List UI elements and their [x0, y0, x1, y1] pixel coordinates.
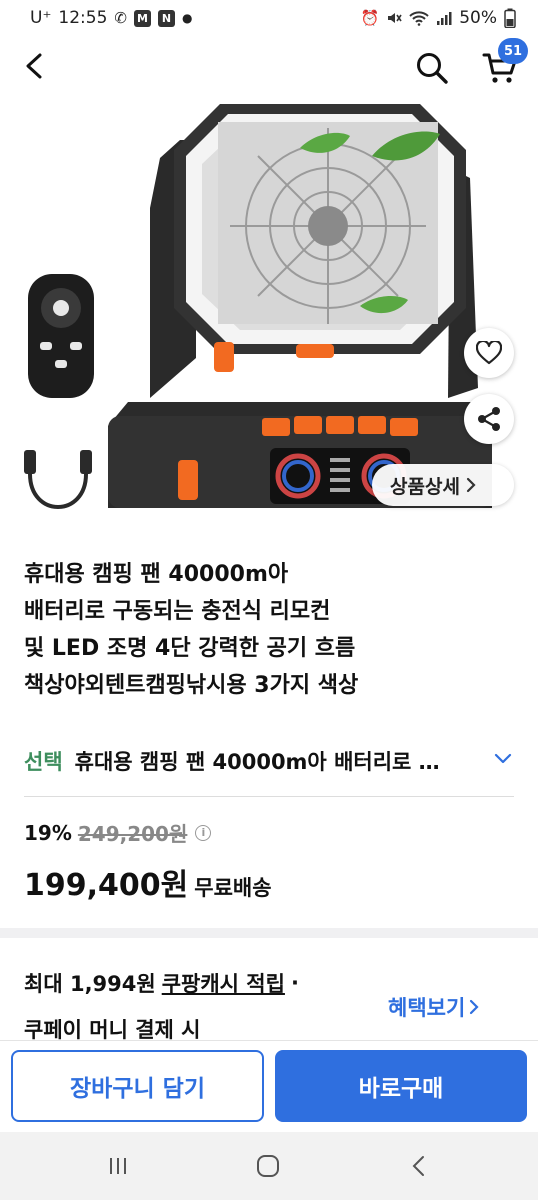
home-button[interactable] [248, 1148, 288, 1184]
chevron-right-icon [470, 999, 479, 1015]
purchase-action-bar: 장바구니 담기 바로구매 [0, 1040, 538, 1132]
clock: 12:55 [58, 8, 108, 28]
battery-percent: 50% [459, 8, 497, 28]
recent-apps-icon [110, 1158, 126, 1174]
view-benefits-label: 혜택보기 [388, 996, 466, 1020]
view-benefits-link[interactable]: 혜택보기 [388, 992, 479, 1022]
status-bar: U⁺ 12:55 ✆ M N ● ⏰ 50% [0, 0, 538, 36]
benefit-max-amount: 최대 1,994원 [24, 972, 156, 996]
share-button[interactable] [464, 394, 514, 444]
call-icon: ✆ [114, 9, 127, 27]
heart-icon [476, 341, 502, 365]
option-value: 휴대용 캠핑 팬 40000m아 배터리로 구동되는 충전식 리모컨 [74, 750, 451, 774]
benefit-separator: · [290, 971, 299, 995]
product-title-line: 휴대용 캠핑 팬 40000m아 [24, 562, 289, 587]
wifi-icon [409, 11, 429, 26]
signal-icon [437, 12, 452, 25]
app-m-icon: M [134, 9, 151, 27]
product-detail-button[interactable]: 상품상세 [372, 464, 514, 506]
buy-now-button[interactable]: 바로구매 [275, 1050, 527, 1122]
option-label: 선택 [24, 750, 63, 774]
option-selector[interactable]: 선택 휴대용 캠핑 팬 40000m아 배터리로 구동되는 충전식 리모컨 [24, 747, 514, 797]
info-icon[interactable]: i [195, 824, 212, 841]
search-button[interactable] [410, 46, 454, 90]
benefit-line: 최대 1,994원 쿠팡캐시 적립 · [24, 968, 299, 998]
product-image[interactable]: 상품상세 [0, 98, 538, 524]
product-detail-label: 상품상세 [390, 475, 460, 498]
search-icon [417, 53, 448, 84]
alarm-icon: ⏰ [360, 9, 380, 27]
wishlist-button[interactable] [464, 328, 514, 378]
more-notifications-icon: ● [182, 11, 193, 25]
top-app-bar [0, 36, 538, 98]
back-arrow-icon [412, 1156, 424, 1176]
product-title-line: 및 LED 조명 4단 강력한 공기 흐름 [24, 636, 356, 661]
chevron-right-icon [466, 477, 476, 493]
mute-icon [388, 13, 402, 23]
add-to-cart-button[interactable]: 장바구니 담기 [11, 1050, 264, 1122]
product-title-line: 책상야외텐트캠핑낚시용 3가지 색상 [24, 673, 359, 698]
share-icon [478, 407, 500, 431]
chevron-down-icon [494, 753, 512, 764]
carrier-label: U⁺ [30, 8, 52, 28]
cart-count-badge: 51 [498, 38, 528, 64]
section-divider [0, 928, 538, 938]
app-n-icon: N [158, 9, 175, 27]
home-icon [257, 1155, 279, 1177]
price-row: 199,400원 무료배송 [24, 860, 272, 904]
system-navigation-bar [0, 1132, 538, 1200]
back-arrow-icon [26, 53, 42, 79]
recent-apps-button[interactable] [98, 1148, 138, 1184]
product-title-line: 배터리로 구동되는 충전식 리모컨 [24, 599, 331, 624]
back-button[interactable] [14, 46, 54, 86]
discount-rate: 19% [24, 820, 72, 845]
original-price: 249,200원 [77, 822, 188, 846]
battery-icon [504, 8, 516, 28]
shipping-label: 무료배송 [194, 876, 272, 900]
camping-fan-illustration [24, 104, 492, 509]
discount-row: 19% 249,200원 i [24, 818, 212, 847]
product-title: 휴대용 캠핑 팬 40000m아 배터리로 구동되는 충전식 리모컨 및 LED… [24, 556, 494, 704]
sale-price: 199,400원 [24, 868, 189, 903]
system-back-button[interactable] [398, 1148, 438, 1184]
cashback-link[interactable]: 쿠팡캐시 적립 [162, 968, 285, 998]
